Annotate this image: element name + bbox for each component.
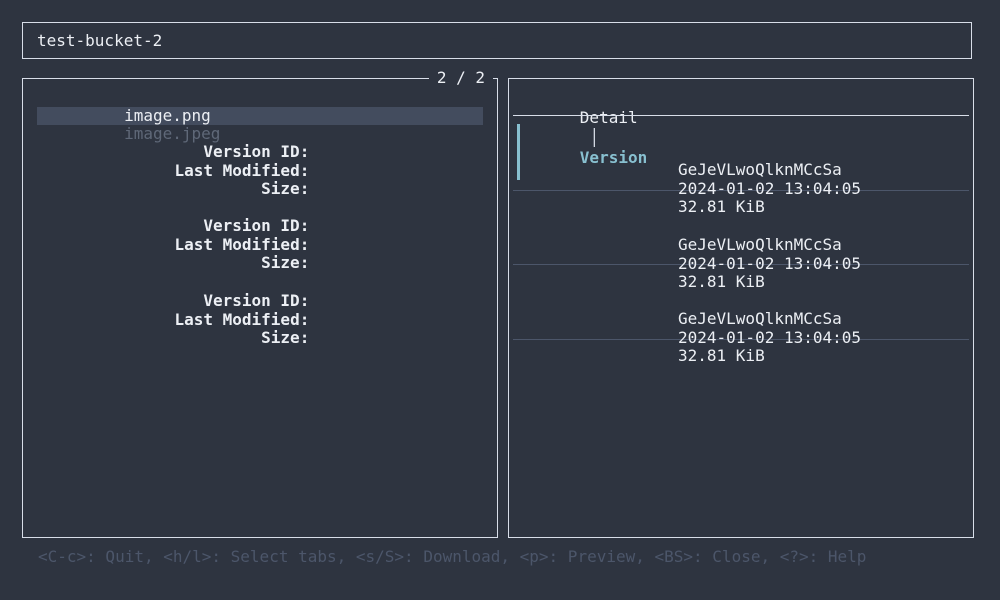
last-modified-row: Last Modified: 2024-01-02 13:04:05: [174, 143, 861, 198]
last-modified-row: Last Modified: 2024-01-02 13:04:05: [174, 292, 861, 347]
last-modified-label: Last Modified:: [174, 235, 310, 254]
version-id-label: Version ID:: [203, 141, 310, 161]
last-modified-row: Last Modified: 2024-01-02 13:04:05: [174, 218, 861, 272]
detail-pane: Detail │ Version Version ID: GeJeVLwoQlk…: [174, 78, 974, 538]
detail-tabs: Detail │ Version: [522, 88, 647, 167]
version-id-row: Version ID: GeJeVLwoQlknMCcSa: [203, 273, 841, 328]
version-id-row: Version ID: GeJeVLwoQlknMCcSa: [203, 124, 841, 179]
size-label: Size:: [261, 178, 310, 198]
size-row: Size: 32.81 KiB: [261, 310, 765, 365]
object-name: image.jpeg: [124, 124, 221, 143]
version-card[interactable]: Version ID: GeJeVLwoQlknMCcSa Last Modif…: [174, 265, 969, 365]
last-modified-value: 2024-01-02 13:04:05: [678, 328, 862, 347]
version-list: Version ID: GeJeVLwoQlknMCcSa Last Modif…: [174, 116, 969, 365]
version-id-row: Version ID: GeJeVLwoQlknMCcSa: [203, 199, 841, 253]
bucket-header: test-bucket-2: [22, 22, 972, 59]
keybinding-help: <C-c>: Quit, <h/l>: Select tabs, <s/S>: …: [38, 547, 867, 566]
size-label: Size:: [261, 253, 310, 272]
object-counter: 2 / 2: [428, 68, 493, 88]
size-label: Size:: [261, 327, 310, 347]
version-id-label: Version ID:: [203, 216, 310, 235]
object-list: image.png image.jpeg: [37, 88, 483, 143]
size-value: 32.81 KiB: [678, 346, 765, 365]
app-root: test-bucket-2 2 / 2 image.png image.jpeg…: [0, 0, 1000, 600]
version-id-value: GeJeVLwoQlknMCcSa: [678, 160, 842, 179]
version-id-value: GeJeVLwoQlknMCcSa: [678, 234, 842, 254]
version-card-selected[interactable]: Version ID: GeJeVLwoQlknMCcSa Last Modif…: [174, 116, 969, 216]
bucket-name: test-bucket-2: [37, 31, 163, 50]
version-id-value: GeJeVLwoQlknMCcSa: [678, 309, 842, 328]
object-name: image.png: [124, 105, 211, 125]
last-modified-label: Last Modified:: [174, 309, 310, 329]
object-list-item[interactable]: image.png: [37, 88, 483, 125]
size-row: Size: 32.81 KiB: [261, 161, 765, 216]
size-row: Size: 32.81 KiB: [261, 236, 765, 290]
last-modified-label: Last Modified:: [174, 160, 310, 180]
version-id-label: Version ID:: [203, 290, 310, 310]
version-card[interactable]: Version ID: GeJeVLwoQlknMCcSa Last Modif…: [174, 191, 969, 290]
